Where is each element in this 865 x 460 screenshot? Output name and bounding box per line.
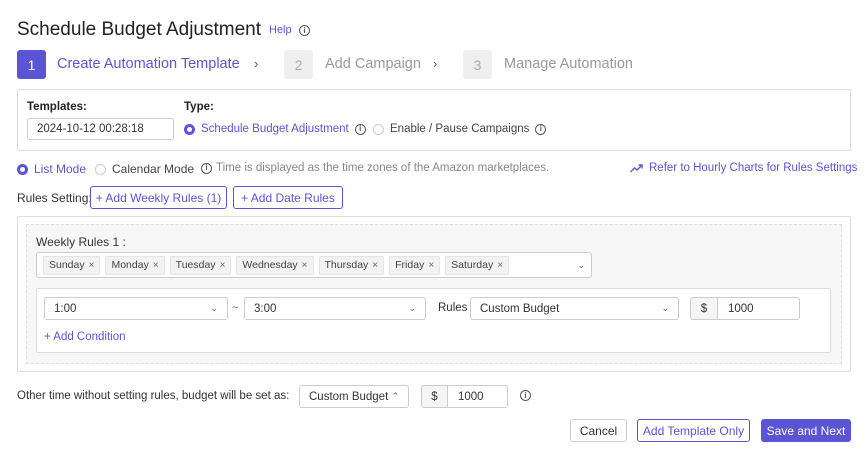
- timezone-note: i Time is displayed as the time zones of…: [201, 162, 549, 174]
- day-tag: Saturday ×: [445, 255, 510, 275]
- step-3-label: Manage Automation: [504, 56, 633, 72]
- add-condition-button[interactable]: + Add Condition: [44, 331, 126, 343]
- remove-icon[interactable]: ×: [153, 260, 159, 271]
- info-icon[interactable]: i: [535, 123, 547, 135]
- page-title: Schedule Budget Adjustment: [17, 19, 262, 40]
- remove-icon[interactable]: ×: [428, 260, 434, 271]
- remove-icon[interactable]: ×: [372, 260, 378, 271]
- type-option-enable-pause[interactable]: Enable / Pause Campaigns i: [373, 123, 547, 135]
- day-tag: Thursday ×: [318, 255, 385, 275]
- day-tag-label: Thursday: [324, 259, 369, 271]
- day-tag-label: Sunday: [49, 259, 85, 271]
- chevron-up-icon: ⌃: [391, 391, 399, 401]
- start-time-select[interactable]: 1:00 ⌄: [44, 297, 228, 320]
- other-time-budget-value: Custom Budget: [309, 390, 389, 403]
- radio-unselected[interactable]: [373, 123, 384, 135]
- remove-icon[interactable]: ×: [220, 260, 226, 271]
- list-mode-option[interactable]: List Mode: [17, 162, 86, 176]
- chevron-right-icon: ›: [433, 56, 438, 71]
- add-weekly-rules-button[interactable]: + Add Weekly Rules (1): [90, 186, 227, 209]
- currency-addon: $: [421, 385, 448, 408]
- day-tag: Tuesday ×: [169, 255, 232, 275]
- weekly-rule-title: Weekly Rules 1 :: [36, 235, 126, 249]
- currency-addon: $: [690, 297, 718, 320]
- info-icon[interactable]: i: [520, 390, 531, 401]
- end-time-value: 3:00: [254, 302, 277, 315]
- type-option-label: Enable / Pause Campaigns: [390, 123, 530, 135]
- trend-up-icon: [630, 163, 643, 172]
- step-1-label: Create Automation Template: [57, 56, 240, 72]
- chevron-down-icon: ⌄: [661, 303, 669, 313]
- calendar-mode-option[interactable]: Calendar Mode: [95, 162, 194, 176]
- day-tag-label: Monday: [111, 259, 149, 271]
- day-tag-label: Wednesday: [242, 259, 298, 271]
- help-link[interactable]: Help: [269, 24, 292, 36]
- step-3-number: 3: [463, 50, 492, 79]
- rule-type-value: Custom Budget: [480, 302, 560, 315]
- day-tag: Sunday ×: [43, 255, 101, 275]
- list-mode-label: List Mode: [34, 162, 87, 176]
- rules-label: Rules: [438, 302, 468, 314]
- hourly-charts-link[interactable]: Refer to Hourly Charts for Rules Setting…: [630, 162, 857, 174]
- radio-selected[interactable]: [184, 123, 195, 135]
- info-icon: i: [201, 162, 212, 174]
- remove-icon[interactable]: ×: [497, 260, 503, 271]
- templates-label: Templates:: [27, 101, 87, 113]
- timezone-note-text: Time is displayed as the time zones of t…: [216, 162, 550, 174]
- cancel-button[interactable]: Cancel: [570, 419, 627, 442]
- other-time-amount-input[interactable]: 1000: [448, 385, 508, 408]
- chevron-down-icon: ⌄: [210, 303, 218, 313]
- rule-type-select[interactable]: Custom Budget ⌄: [470, 297, 679, 320]
- remove-icon[interactable]: ×: [89, 260, 95, 271]
- budget-amount-input[interactable]: 1000: [718, 297, 800, 320]
- day-tag-label: Saturday: [451, 259, 494, 271]
- chevron-down-icon: ⌄: [408, 303, 416, 313]
- other-time-budget-select[interactable]: Custom Budget ⌃: [299, 385, 409, 408]
- info-icon[interactable]: i: [354, 123, 366, 135]
- radio-unselected[interactable]: [95, 163, 106, 175]
- other-time-label: Other time without setting rules, budget…: [17, 390, 290, 402]
- weekdays-select[interactable]: Sunday × Monday × Tuesday × Wednesday × Thur…: [36, 252, 592, 278]
- rules-setting-label: Rules Setting:: [17, 191, 92, 205]
- hourly-charts-link-text: Refer to Hourly Charts for Rules Setting…: [649, 162, 858, 174]
- type-option-label: Schedule Budget Adjustment: [201, 123, 349, 135]
- chevron-right-icon: ›: [254, 56, 259, 71]
- chevron-down-icon[interactable]: ⌄: [577, 260, 585, 271]
- info-icon[interactable]: i: [299, 25, 310, 36]
- step-2-number: 2: [284, 50, 313, 79]
- step-2-label: Add Campaign: [325, 56, 421, 72]
- template-name-input[interactable]: 2024-10-12 00:28:18: [27, 118, 174, 140]
- day-tag-label: Friday: [395, 259, 425, 271]
- add-template-only-button[interactable]: Add Template Only: [637, 419, 750, 442]
- radio-selected[interactable]: [17, 163, 28, 175]
- time-range-separator: ~: [232, 302, 239, 314]
- day-tag: Friday ×: [389, 255, 441, 275]
- day-tag: Wednesday ×: [236, 255, 314, 275]
- calendar-mode-label: Calendar Mode: [112, 162, 195, 176]
- type-option-schedule[interactable]: Schedule Budget Adjustment i: [184, 123, 366, 135]
- step-1-number: 1: [17, 50, 46, 79]
- remove-icon[interactable]: ×: [302, 260, 308, 271]
- type-label: Type:: [184, 101, 214, 113]
- start-time-value: 1:00: [54, 302, 77, 315]
- end-time-select[interactable]: 3:00 ⌄: [244, 297, 426, 320]
- day-tag: Monday ×: [105, 255, 165, 275]
- add-date-rules-button[interactable]: + Add Date Rules: [233, 186, 343, 209]
- save-and-next-button[interactable]: Save and Next: [761, 419, 851, 442]
- day-tag-label: Tuesday: [175, 259, 216, 271]
